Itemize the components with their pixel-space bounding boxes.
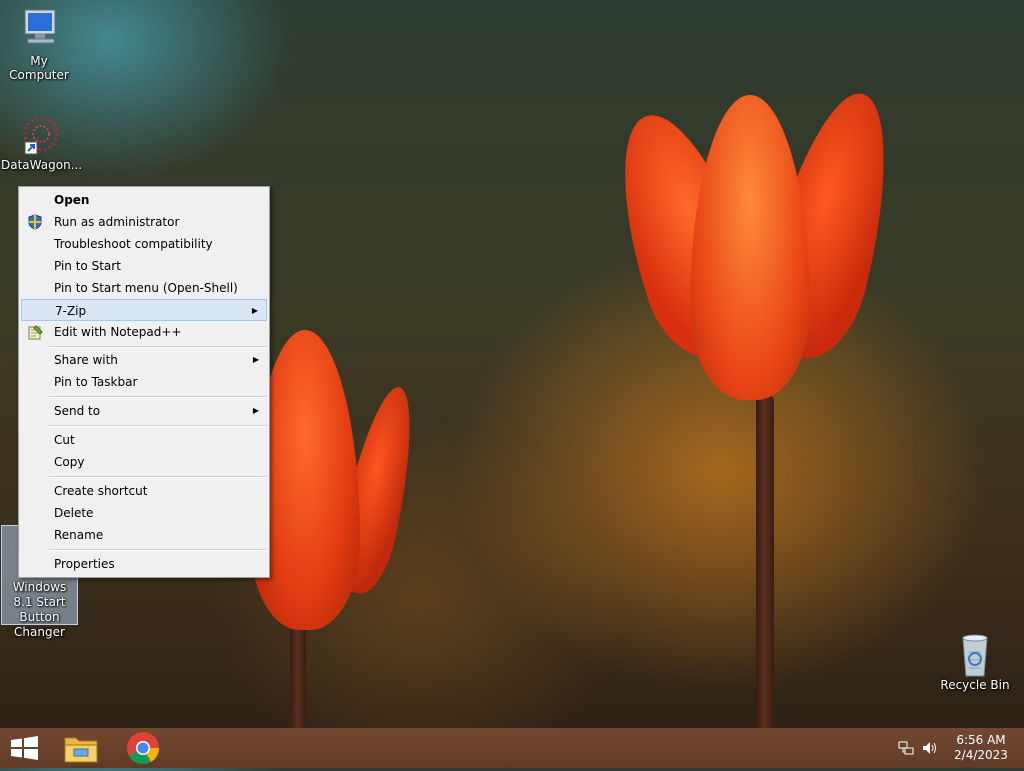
clock-time: 6:56 AM xyxy=(956,733,1006,747)
wallpaper-stem xyxy=(290,620,306,728)
menu-item-edit-with-notepad-plus-plus[interactable]: Edit with Notepad++ xyxy=(21,321,267,343)
recycle-bin-icon xyxy=(951,632,999,677)
taskbar: 6:56 AM 2/4/2023 xyxy=(0,728,1024,768)
clock[interactable]: 6:56 AM 2/4/2023 xyxy=(948,733,1014,763)
submenu-arrow-icon: ▶ xyxy=(251,306,258,315)
windows-start-icon xyxy=(11,736,38,760)
desktop-icon-my-computer[interactable]: My Computer xyxy=(1,8,77,82)
menu-item-create-shortcut[interactable]: Create shortcut xyxy=(21,480,267,502)
menu-separator xyxy=(49,396,267,398)
menu-item-delete[interactable]: Delete xyxy=(21,502,267,524)
menu-item-pin-to-start-menu-open-shell[interactable]: Pin to Start menu (Open-Shell) xyxy=(21,277,267,299)
submenu-arrow-icon: ▶ xyxy=(252,406,259,415)
clock-date: 2/4/2023 xyxy=(954,748,1008,762)
submenu-arrow-icon: ▶ xyxy=(252,355,259,364)
file-explorer-icon xyxy=(64,737,98,763)
menu-separator xyxy=(49,425,267,427)
menu-item-pin-to-start[interactable]: Pin to Start xyxy=(21,255,267,277)
desktop-icon-recycle-bin[interactable]: Recycle Bin xyxy=(937,632,1013,692)
context-menu: Open Run as administrator Troubleshoot c… xyxy=(18,186,270,578)
menu-separator xyxy=(49,549,267,551)
computer-icon xyxy=(15,8,63,52)
menu-item-copy[interactable]: Copy xyxy=(21,451,267,473)
menu-item-properties[interactable]: Properties xyxy=(21,553,267,575)
menu-item-run-as-administrator[interactable]: Run as administrator xyxy=(21,211,267,233)
menu-item-troubleshoot-compatibility[interactable]: Troubleshoot compatibility xyxy=(21,233,267,255)
menu-item-cut[interactable]: Cut xyxy=(21,429,267,451)
notepad-plus-plus-icon xyxy=(27,324,43,340)
wallpaper-stem xyxy=(756,395,774,728)
taskbar-chrome[interactable] xyxy=(118,728,168,768)
menu-item-share-with[interactable]: Share with ▶ xyxy=(21,349,267,371)
taskbar-file-explorer[interactable] xyxy=(56,728,106,768)
menu-item-rename[interactable]: Rename xyxy=(21,524,267,546)
datawagon-icon xyxy=(15,112,63,156)
wallpaper-petal xyxy=(690,95,810,400)
menu-item-7-zip[interactable]: 7-Zip ▶ xyxy=(21,299,267,321)
desktop[interactable]: My Computer DataWagon... Windows 8.1 Sta… xyxy=(0,0,1024,728)
menu-item-open[interactable]: Open xyxy=(21,189,267,211)
desktop-icon-label: My Computer xyxy=(9,54,69,82)
desktop-icon-datawagon[interactable]: DataWagon... xyxy=(1,112,83,172)
menu-item-send-to[interactable]: Send to ▶ xyxy=(21,400,267,422)
uac-shield-icon xyxy=(27,214,43,230)
desktop-icon-label: DataWagon... xyxy=(1,158,83,172)
desktop-icon-label: Windows 8.1 Start Button Changer xyxy=(12,580,67,639)
desktop-icon-label: Recycle Bin xyxy=(940,678,1010,692)
network-icon[interactable] xyxy=(897,740,915,756)
chrome-icon xyxy=(127,732,160,765)
start-button[interactable] xyxy=(0,728,50,768)
menu-item-pin-to-taskbar[interactable]: Pin to Taskbar xyxy=(21,371,267,393)
menu-separator xyxy=(49,476,267,478)
volume-icon[interactable] xyxy=(921,740,939,756)
menu-separator xyxy=(49,346,267,348)
